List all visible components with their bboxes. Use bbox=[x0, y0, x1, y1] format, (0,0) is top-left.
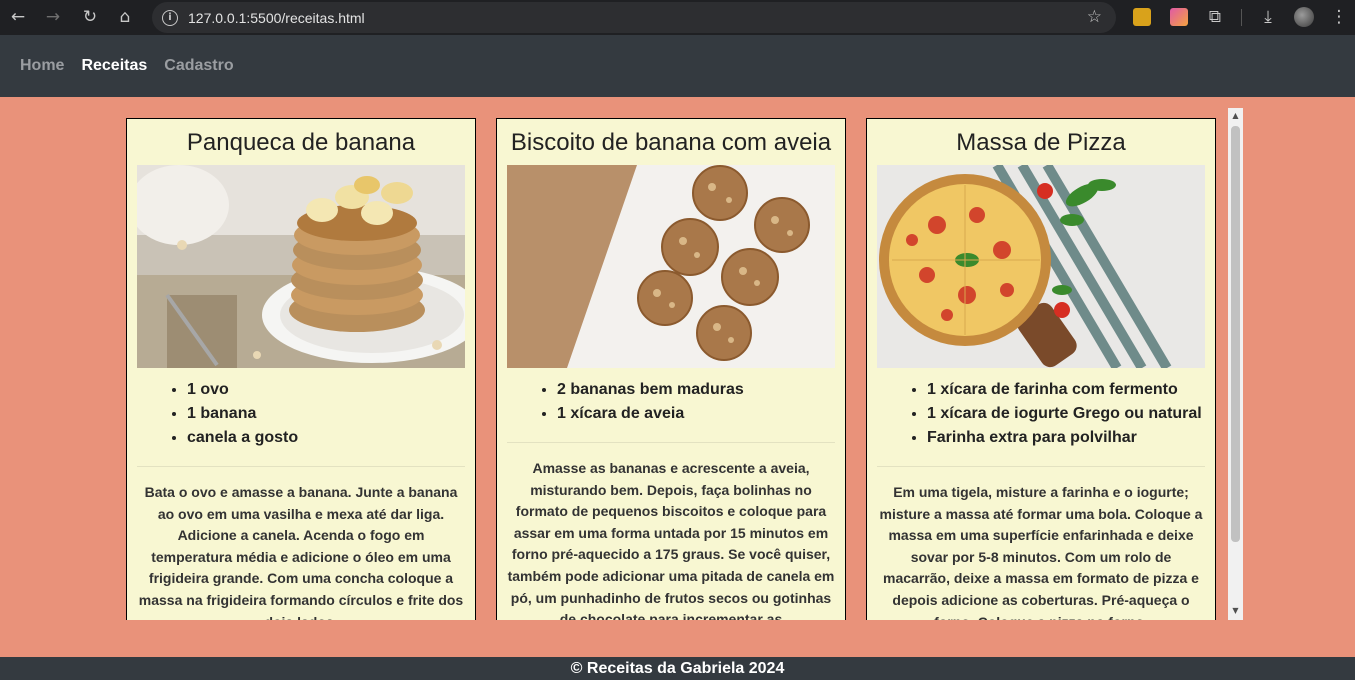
ingredient-item: 1 ovo bbox=[187, 378, 465, 402]
scroll-up-arrow-icon[interactable]: ▲ bbox=[1228, 111, 1243, 120]
back-icon[interactable]: ← bbox=[5, 4, 31, 30]
recipe-title: Massa de Pizza bbox=[956, 129, 1126, 156]
recipe-card: Massa de Pizza • 1 xícara de farinha com… bbox=[866, 118, 1216, 620]
nav-link-receitas[interactable]: Receitas bbox=[81, 57, 147, 75]
divider bbox=[137, 466, 465, 467]
ingredient-item: 2 bananas bem maduras bbox=[557, 378, 835, 402]
address-bar[interactable]: i 127.0.0.1:5500/receitas.html ☆ bbox=[152, 2, 1116, 33]
oat-banana-cookies-photo bbox=[507, 165, 835, 368]
nav-link-cadastro[interactable]: Cadastro bbox=[164, 57, 233, 75]
recipe-instructions: Bata o ovo e amasse a banana. Junte a ba… bbox=[138, 484, 464, 620]
forward-icon[interactable]: → bbox=[40, 4, 66, 30]
ingredient-item: 1 xícara de farinha com fermento bbox=[927, 378, 1205, 402]
site-navbar: Home Receitas Cadastro bbox=[0, 35, 1355, 97]
ingredient-item: 1 banana bbox=[187, 402, 465, 426]
scrollbar-thumb[interactable] bbox=[1231, 126, 1240, 542]
divider bbox=[507, 442, 835, 443]
menu-icon[interactable]: ⋮ bbox=[1326, 4, 1352, 30]
recipe-instructions: Amasse as bananas e acrescente a aveia, … bbox=[507, 460, 835, 620]
toolbar-divider bbox=[1241, 9, 1242, 26]
profile-avatar[interactable] bbox=[1294, 7, 1314, 27]
bookmark-star-icon[interactable]: ☆ bbox=[1087, 7, 1102, 27]
home-icon[interactable]: ⌂ bbox=[112, 4, 138, 30]
ingredient-item: canela a gosto bbox=[187, 426, 465, 450]
nav-link-home[interactable]: Home bbox=[20, 57, 64, 75]
recipes-container: Panqueca de banana • 1 ovo • 1 banana • … bbox=[115, 108, 1228, 620]
extensions-icon[interactable]: ⧉ bbox=[1202, 4, 1228, 30]
extension-icon[interactable] bbox=[1133, 8, 1151, 26]
extension-icon[interactable] bbox=[1170, 8, 1188, 26]
ingredient-item: Farinha extra para polvilhar bbox=[927, 426, 1205, 450]
ingredients-list: 1 ovo 1 banana canela a gosto bbox=[137, 378, 465, 450]
ingredients-list: 1 xícara de farinha com fermento 1 xícar… bbox=[877, 378, 1205, 450]
browser-toolbar: ← → ↻ ⌂ i 127.0.0.1:5500/receitas.html ☆… bbox=[0, 0, 1355, 35]
recipe-title: Biscoito de banana com aveia bbox=[510, 129, 832, 156]
content-scrollbar[interactable]: ▲ ▼ bbox=[1228, 108, 1243, 620]
scroll-down-arrow-icon[interactable]: ▼ bbox=[1228, 606, 1243, 615]
site-info-icon[interactable]: i bbox=[162, 9, 178, 26]
reload-icon[interactable]: ↻ bbox=[77, 4, 103, 30]
pizza-photo bbox=[877, 165, 1205, 368]
url-text: 127.0.0.1:5500/receitas.html bbox=[188, 9, 365, 26]
site-footer: © Receitas da Gabriela 2024 bbox=[0, 657, 1355, 680]
recipe-card: Biscoito de banana com aveia • 2 bananas… bbox=[496, 118, 846, 620]
ingredients-list: 2 bananas bem maduras 1 xícara de aveia bbox=[507, 378, 835, 426]
divider bbox=[877, 466, 1205, 467]
recipe-card: Panqueca de banana • 1 ovo • 1 banana • … bbox=[126, 118, 476, 620]
recipe-instructions: Em uma tigela, misture a farinha e o iog… bbox=[879, 484, 1203, 620]
ingredient-item: 1 xícara de iogurte Grego ou natural bbox=[927, 402, 1205, 426]
download-icon[interactable]: ⤓ bbox=[1255, 4, 1281, 30]
recipe-title: Panqueca de banana bbox=[186, 129, 416, 156]
banana-pancakes-photo bbox=[137, 165, 465, 368]
ingredient-item: 1 xícara de aveia bbox=[557, 402, 835, 426]
